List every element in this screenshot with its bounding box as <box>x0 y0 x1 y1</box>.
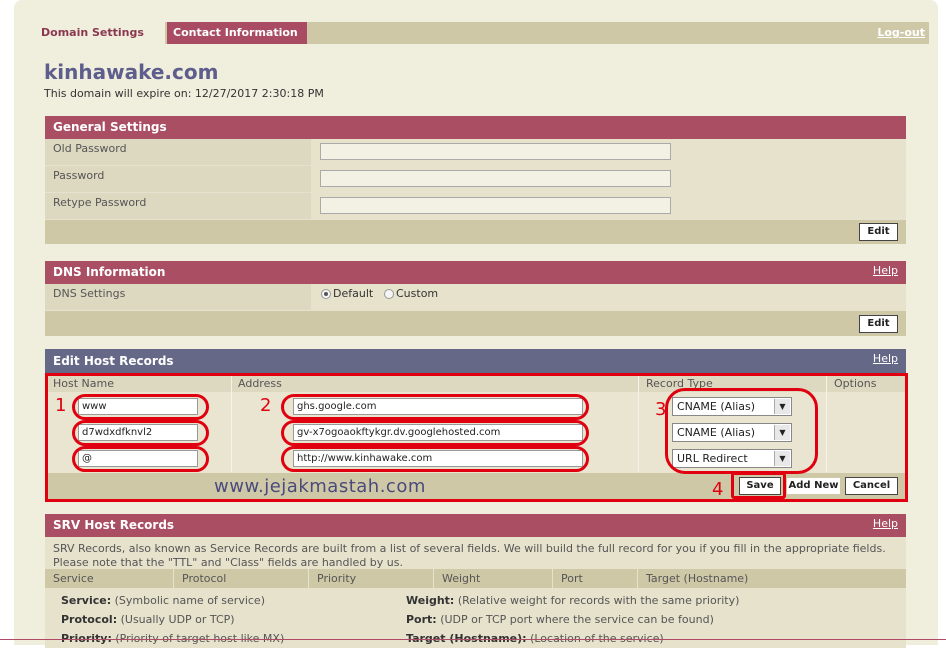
dns-edit-button[interactable]: Edit <box>859 315 898 333</box>
dns-information-title: DNS Information <box>53 265 166 279</box>
srv-help-link[interactable]: Help <box>873 514 898 534</box>
general-edit-button[interactable]: Edit <box>859 223 898 241</box>
general-settings-panel: General Settings Old Password Password R… <box>45 116 906 244</box>
srv-def-port: Port: (UDP or TCP port where the service… <box>406 613 714 626</box>
highlight-ring <box>281 446 589 472</box>
tab-contact-information[interactable]: Contact Information <box>167 22 307 44</box>
srv-records-title: SRV Host Records <box>53 518 175 532</box>
password-input[interactable] <box>320 170 671 187</box>
dns-default-label: Default <box>333 287 374 300</box>
general-settings-footer: Edit <box>45 220 906 244</box>
dns-settings-row: DNS Settings Default Custom <box>45 284 906 311</box>
col-options: Options <box>834 377 877 390</box>
password-label: Password <box>45 166 319 192</box>
domain-title: kinhawake.com <box>44 60 219 84</box>
srv-col-priority: Priority <box>309 569 434 588</box>
watermark-text: www.jejakmastah.com <box>214 476 426 497</box>
srv-col-target: Target (Hostname) <box>646 572 749 585</box>
annotation-number-4: 4 <box>712 479 724 500</box>
highlight-ring <box>281 420 589 446</box>
srv-col-service: Service <box>45 569 174 588</box>
dns-information-header: DNS Information Help <box>45 261 906 284</box>
old-password-input[interactable] <box>320 143 671 160</box>
annotation-number-1: 1 <box>55 395 67 416</box>
srv-col-weight: Weight <box>434 569 553 588</box>
srv-def-service: Service: (Symbolic name of service) <box>61 594 265 607</box>
password-row: Password <box>45 166 906 193</box>
srv-column-header: Service Protocol Priority Weight Port Ta… <box>45 569 906 588</box>
host-records-header: Edit Host Records Help <box>45 349 906 373</box>
dns-settings-label: DNS Settings <box>45 284 319 310</box>
host-records-header-wrap: Edit Host Records Help <box>45 349 906 373</box>
dns-footer: Edit <box>45 311 906 336</box>
srv-description: SRV Records, also known as Service Recor… <box>45 537 906 569</box>
srv-records-header: SRV Host Records Help <box>45 514 906 537</box>
old-password-row: Old Password <box>45 139 906 166</box>
bottom-border-line <box>0 639 946 640</box>
srv-col-protocol: Protocol <box>174 569 309 588</box>
logout-link[interactable]: Log-out <box>877 22 925 44</box>
add-new-button[interactable]: Add New <box>786 477 841 495</box>
highlight-ring <box>72 394 209 420</box>
srv-def-protocol: Protocol: (Usually UDP or TCP) <box>61 613 235 626</box>
retype-password-input[interactable] <box>320 197 671 214</box>
srv-col-port: Port <box>553 569 638 588</box>
highlight-ring <box>731 472 786 499</box>
highlight-ring <box>665 388 818 474</box>
dns-default-radio[interactable] <box>321 289 331 299</box>
tab-domain-settings[interactable]: Domain Settings <box>35 22 165 44</box>
dns-information-panel: DNS Information Help DNS Settings Defaul… <box>45 261 906 336</box>
host-records-title: Edit Host Records <box>53 354 174 368</box>
host-help-link[interactable]: Help <box>873 349 898 369</box>
retype-password-label: Retype Password <box>45 193 319 219</box>
annotation-number-2: 2 <box>260 395 272 416</box>
domain-expire-text: This domain will expire on: 12/27/2017 2… <box>44 87 324 100</box>
srv-records-panel: SRV Host Records Help SRV Records, also … <box>45 514 906 648</box>
col-address: Address <box>238 377 282 390</box>
highlight-ring <box>72 420 209 446</box>
tab-bar: Domain Settings Contact Information Log-… <box>35 22 929 44</box>
cancel-button[interactable]: Cancel <box>845 477 898 495</box>
retype-password-row: Retype Password <box>45 193 906 220</box>
general-settings-header: General Settings <box>45 116 906 139</box>
annotation-number-3: 3 <box>655 399 667 420</box>
col-host-name: Host Name <box>53 377 114 390</box>
srv-def-weight: Weight: (Relative weight for records wit… <box>406 594 740 607</box>
dns-help-link[interactable]: Help <box>873 261 898 281</box>
dns-custom-radio[interactable] <box>384 289 394 299</box>
dns-custom-label: Custom <box>396 287 439 300</box>
highlight-ring <box>72 446 209 472</box>
highlight-ring <box>281 394 589 420</box>
old-password-label: Old Password <box>45 139 319 165</box>
